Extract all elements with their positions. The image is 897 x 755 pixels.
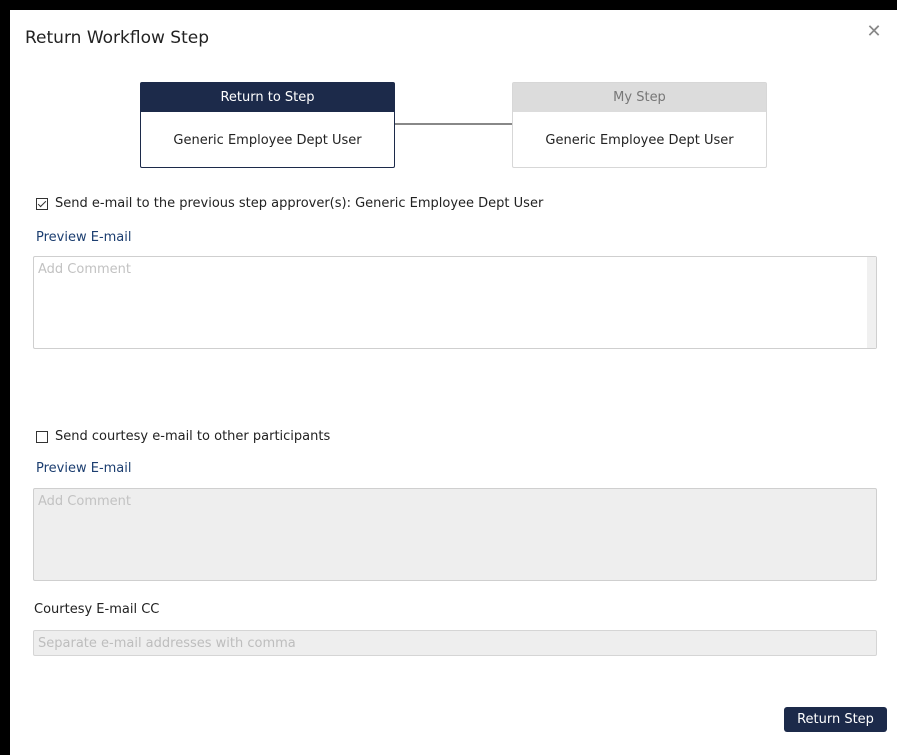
my-step-box: My Step Generic Employee Dept User <box>512 82 767 168</box>
approver-email-row: Send e-mail to the previous step approve… <box>36 196 543 211</box>
approver-email-checkbox[interactable] <box>36 197 48 210</box>
approver-email-label: Send e-mail to the previous step approve… <box>55 196 544 211</box>
courtesy-cc-input[interactable] <box>33 630 877 656</box>
return-workflow-dialog: Return Workflow Step ✕ Return to Step Ge… <box>10 10 897 755</box>
my-step-header: My Step <box>513 83 766 112</box>
courtesy-email-row: Send courtesy e-mail to other participan… <box>36 429 330 444</box>
my-step-name: Generic Employee Dept User <box>545 133 734 148</box>
close-icon[interactable]: ✕ <box>866 23 882 41</box>
dialog-title: Return Workflow Step <box>25 28 209 48</box>
courtesy-email-checkbox[interactable] <box>36 430 48 443</box>
step-connector <box>395 123 512 125</box>
return-to-step-header: Return to Step <box>141 83 394 112</box>
return-step-button[interactable]: Return Step <box>784 707 887 732</box>
approver-comment-textarea[interactable] <box>33 256 877 349</box>
return-to-step-box: Return to Step Generic Employee Dept Use… <box>140 82 395 168</box>
return-to-step-name: Generic Employee Dept User <box>173 133 362 148</box>
courtesy-email-label: Send courtesy e-mail to other participan… <box>55 429 331 444</box>
approver-comment-scrollbar[interactable] <box>867 257 876 348</box>
approver-preview-email-link[interactable]: Preview E-mail <box>36 230 132 245</box>
courtesy-cc-label: Courtesy E-mail CC <box>34 602 160 617</box>
courtesy-comment-textarea[interactable] <box>33 488 877 581</box>
courtesy-preview-email-link[interactable]: Preview E-mail <box>36 461 132 476</box>
